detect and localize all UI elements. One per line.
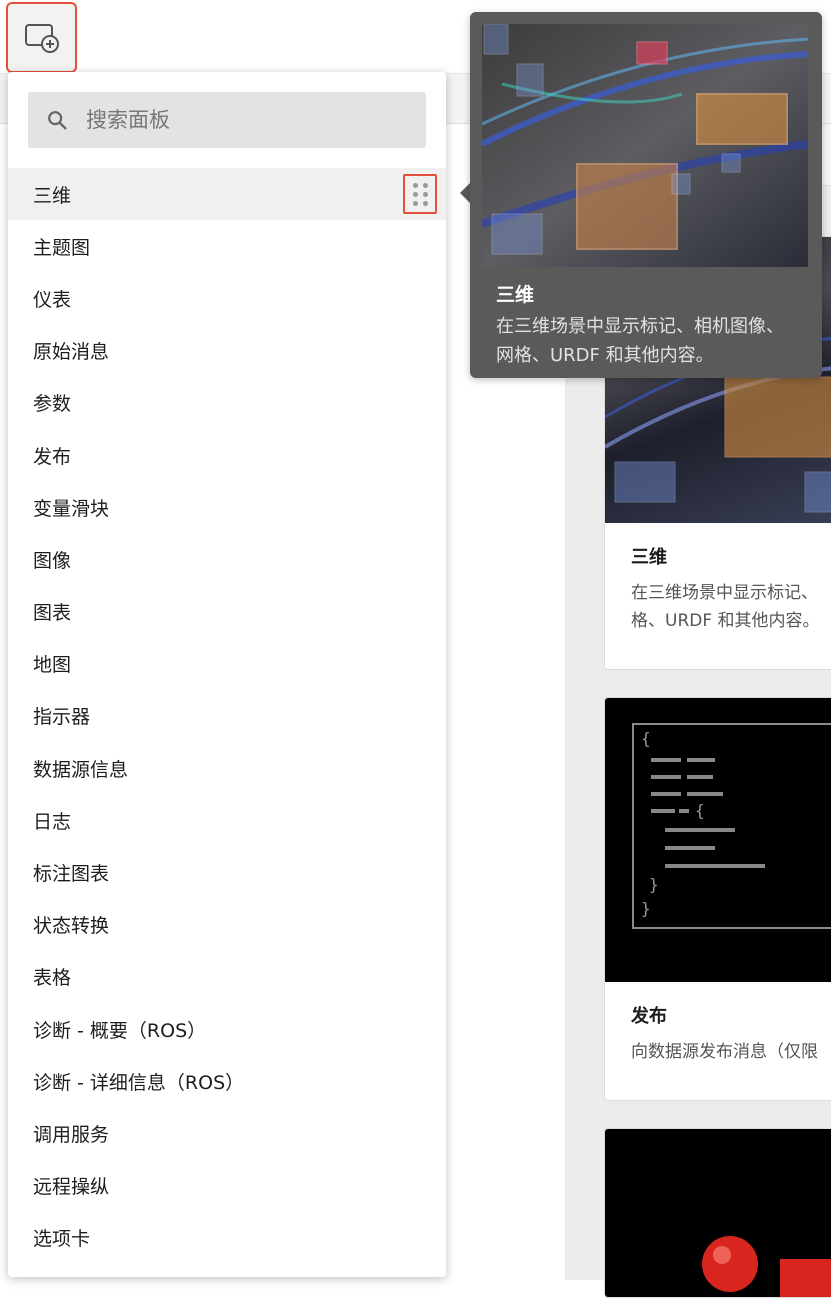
panel-item-diagnostics-detail[interactable]: 诊断 - 详细信息（ROS） [8, 1055, 446, 1107]
panel-item-annotated-plot[interactable]: 标注图表 [8, 846, 446, 898]
panel-item-variable-slider[interactable]: 变量滑块 [8, 481, 446, 533]
panel-item-image[interactable]: 图像 [8, 533, 446, 585]
panel-item-label: 指示器 [33, 706, 91, 729]
search-input[interactable] [84, 107, 404, 133]
search-box[interactable] [28, 92, 426, 148]
panel-item-label: 诊断 - 详细信息（ROS） [33, 1071, 245, 1094]
panel-item-table[interactable]: 表格 [8, 951, 446, 1003]
panel-item-call-service[interactable]: 调用服务 [8, 1107, 446, 1159]
drag-grip-icon [412, 182, 428, 206]
panel-item-label: 发布 [33, 445, 72, 468]
drag-handle[interactable] [403, 174, 437, 215]
tooltip-title: 三维 [496, 284, 535, 306]
add-panel-icon [24, 23, 59, 53]
panel-item-label: 仪表 [33, 288, 72, 311]
panel-item-gauge[interactable]: 仪表 [8, 272, 446, 324]
panel-item-label: 原始消息 [33, 341, 110, 364]
panel-item-3d[interactable]: 三维 [8, 168, 446, 221]
panel-preview-tooltip: 三维 在三维场景中显示标记、相机图像、网格、URDF 和其他内容。 [470, 12, 822, 378]
panel-card-indicator[interactable] [604, 1128, 831, 1298]
panel-item-parameters[interactable]: 参数 [8, 377, 446, 429]
panel-item-map[interactable]: 地图 [8, 638, 446, 690]
panel-item-label: 参数 [33, 393, 72, 416]
panel-card-3d-description-line1: 在三维场景中显示标记、 [631, 583, 818, 603]
panel-item-label: 日志 [33, 810, 72, 833]
panel-card-publish-description: 向数据源发布消息（仅限 [631, 1042, 818, 1062]
panel-item-label: 标注图表 [33, 863, 110, 886]
tooltip-preview-image [482, 24, 808, 267]
svg-text:}: } [641, 899, 651, 918]
panel-item-diagnostics-summary[interactable]: 诊断 - 概要（ROS） [8, 1003, 446, 1055]
panel-item-label: 数据源信息 [33, 758, 129, 781]
panel-item-label: 表格 [33, 967, 72, 990]
panel-item-log[interactable]: 日志 [8, 794, 446, 846]
panel-item-label: 调用服务 [33, 1123, 110, 1146]
panel-item-indicator[interactable]: 指示器 [8, 690, 446, 742]
panel-item-data-source-info[interactable]: 数据源信息 [8, 742, 446, 794]
panel-item-tab[interactable]: 选项卡 [8, 1212, 446, 1264]
panel-item-label: 远程操纵 [33, 1176, 110, 1199]
svg-text:{: { [695, 801, 705, 820]
panel-card-indicator-preview [702, 1236, 831, 1297]
panel-item-topic-graph[interactable]: 主题图 [8, 220, 446, 272]
panel-card-publish[interactable]: { { } } 发布 向数据源发布消息（仅限 [604, 697, 831, 1101]
tooltip-description: 在三维场景中显示标记、相机图像、网格、URDF 和其他内容。 [496, 316, 784, 366]
panel-item-label: 状态转换 [33, 915, 110, 938]
panel-card-publish-title: 发布 [631, 1006, 667, 1027]
svg-text:}: } [649, 875, 659, 894]
panel-item-state-transitions[interactable]: 状态转换 [8, 899, 446, 951]
svg-text:{: { [641, 729, 651, 748]
add-panel-button[interactable] [6, 2, 77, 73]
panel-card-3d-description: 在三维场景中显示标记、 格、URDF 和其他内容。 [631, 579, 820, 635]
panel-item-publish[interactable]: 发布 [8, 429, 446, 481]
panel-item-label: 三维 [33, 184, 72, 207]
panel-item-label: 选项卡 [33, 1228, 91, 1251]
tooltip-arrow [460, 183, 470, 203]
panel-item-label: 变量滑块 [33, 497, 110, 520]
panel-card-publish-preview: { { } } [605, 698, 831, 982]
panel-card-3d-description-line2: 格、URDF 和其他内容。 [631, 611, 820, 631]
panel-item-label: 诊断 - 概要（ROS） [33, 1019, 207, 1042]
panel-item-label: 主题图 [33, 236, 91, 259]
panel-item-raw-messages[interactable]: 原始消息 [8, 325, 446, 377]
panel-item-plot[interactable]: 图表 [8, 586, 446, 638]
panel-list: 三维 主题图 仪表 原始消息 参数 发布 变量滑块 图像 图表 地图 指示器 数… [8, 168, 446, 1264]
search-icon [48, 111, 67, 130]
panel-picker-menu: 三维 主题图 仪表 原始消息 参数 发布 变量滑块 图像 图表 地图 指示器 数… [8, 72, 446, 1277]
panel-card-3d-title: 三维 [631, 547, 667, 568]
panel-item-label: 图表 [33, 602, 72, 625]
panel-item-label: 地图 [33, 654, 72, 677]
panel-item-teleop[interactable]: 远程操纵 [8, 1160, 446, 1212]
panel-item-label: 图像 [33, 549, 72, 572]
